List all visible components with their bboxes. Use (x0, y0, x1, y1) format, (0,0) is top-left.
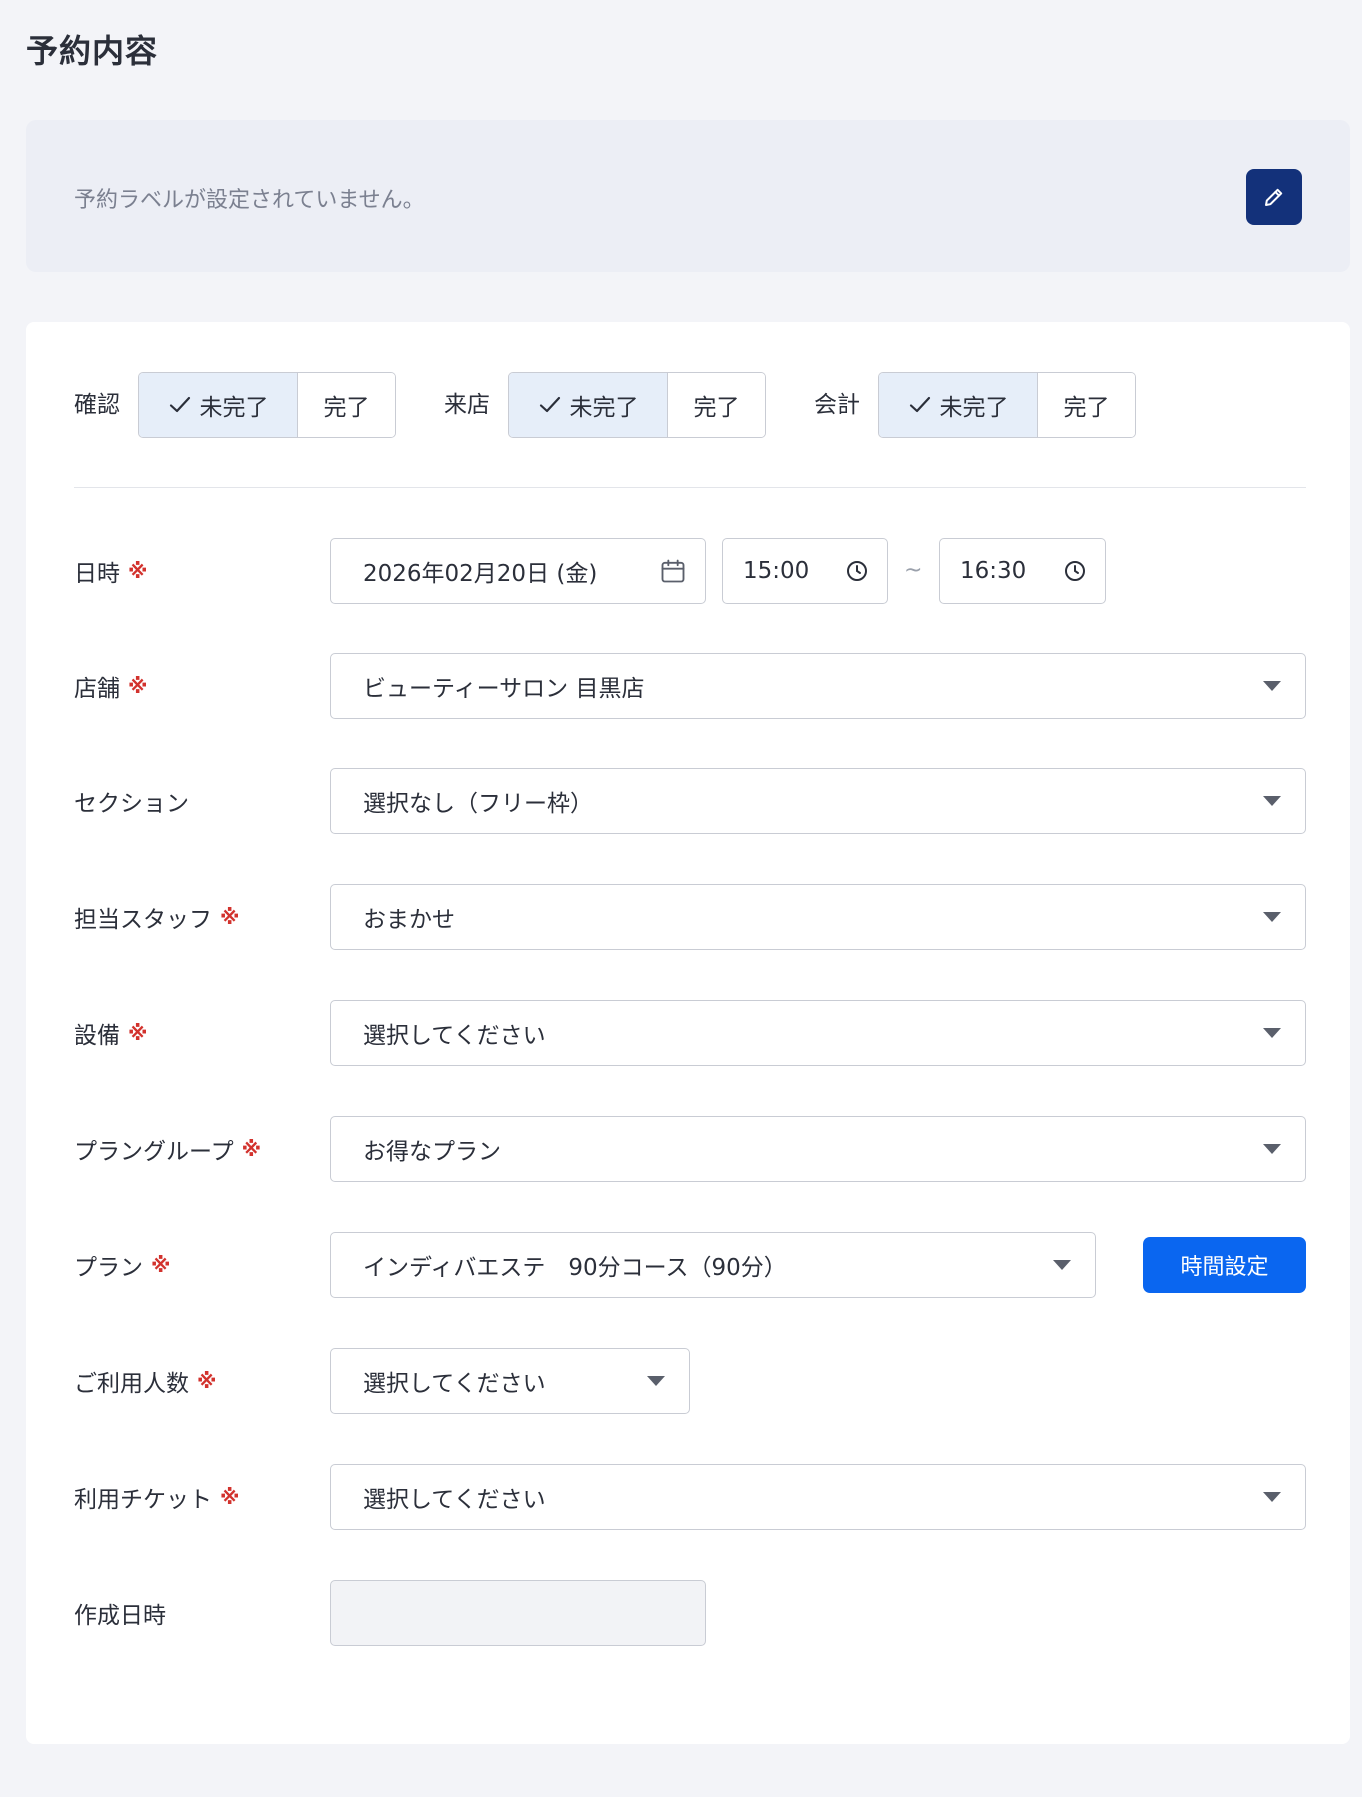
required-mark: ※ (197, 1369, 217, 1393)
party-size-label: ご利用人数 ※ (74, 1369, 217, 1397)
date-input[interactable]: 2026年02月20日 (金) (330, 538, 706, 604)
plan-group-label: プラングループ ※ (74, 1137, 262, 1165)
chevron-down-icon (1263, 796, 1281, 806)
visit-incomplete-option[interactable]: 未完了 (509, 373, 667, 437)
equipment-label: 設備 ※ (74, 1021, 148, 1049)
visit-complete-option[interactable]: 完了 (667, 373, 765, 437)
confirm-incomplete-option[interactable]: 未完了 (139, 373, 297, 437)
created-at-field (330, 1580, 706, 1646)
chevron-down-icon (1263, 681, 1281, 691)
status-label-confirm: 確認 (74, 392, 120, 418)
end-time-input[interactable]: 16:30 (939, 538, 1106, 604)
section-label: セクション (74, 791, 189, 817)
required-mark: ※ (220, 905, 240, 929)
chevron-down-icon (647, 1376, 665, 1386)
check-icon (168, 393, 192, 417)
required-mark: ※ (241, 1137, 262, 1161)
section-select[interactable]: 選択なし（フリー枠） (330, 768, 1306, 834)
reservation-form-card: 確認 未完了 完了 来店 未完了 完了 会計 未完了 完了 日時 ※ 2026年… (26, 322, 1350, 1744)
staff-label: 担当スタッフ ※ (74, 905, 240, 933)
plan-group-select[interactable]: お得なプラン (330, 1116, 1306, 1182)
plan-label: プラン ※ (74, 1253, 171, 1281)
payment-complete-option[interactable]: 完了 (1037, 373, 1135, 437)
status-row: 確認 未完了 完了 来店 未完了 完了 会計 未完了 完了 (74, 372, 1306, 438)
chevron-down-icon (1263, 1144, 1281, 1154)
equipment-select[interactable]: 選択してください (330, 1000, 1306, 1066)
required-mark: ※ (128, 674, 148, 698)
start-time-input[interactable]: 15:00 (722, 538, 888, 604)
reservation-label-panel: 予約ラベルが設定されていません。 (26, 120, 1350, 272)
required-mark: ※ (128, 1021, 148, 1045)
payment-incomplete-option[interactable]: 未完了 (879, 373, 1037, 437)
status-label-payment: 会計 (814, 392, 860, 418)
confirm-toggle: 未完了 完了 (138, 372, 396, 438)
ticket-select[interactable]: 選択してください (330, 1464, 1306, 1530)
clock-icon (1063, 559, 1087, 583)
time-separator: ~ (904, 558, 923, 583)
chevron-down-icon (1053, 1260, 1071, 1270)
ticket-label: 利用チケット ※ (74, 1485, 240, 1513)
staff-select[interactable]: おまかせ (330, 884, 1306, 950)
label-empty-message: 予約ラベルが設定されていません。 (74, 188, 425, 213)
confirm-complete-option[interactable]: 完了 (297, 373, 395, 437)
time-setting-button[interactable]: 時間設定 (1143, 1237, 1306, 1293)
chevron-down-icon (1263, 912, 1281, 922)
party-size-select[interactable]: 選択してください (330, 1348, 690, 1414)
required-mark: ※ (220, 1485, 240, 1509)
check-icon (908, 393, 932, 417)
store-label: 店舗 ※ (74, 674, 148, 702)
clock-icon (845, 559, 869, 583)
edit-label-button[interactable] (1246, 169, 1302, 225)
created-at-label: 作成日時 (74, 1603, 166, 1629)
calendar-icon (659, 557, 687, 585)
check-icon (538, 393, 562, 417)
status-label-visit: 来店 (444, 392, 490, 418)
reservation-page: 予約内容 予約ラベルが設定されていません。 確認 未完了 完了 来店 未完了 完… (0, 0, 1362, 1797)
datetime-label: 日時 ※ (74, 559, 148, 587)
required-mark: ※ (151, 1253, 171, 1277)
pencil-icon (1262, 185, 1286, 209)
chevron-down-icon (1263, 1028, 1281, 1038)
page-title: 予約内容 (26, 32, 159, 70)
visit-toggle: 未完了 完了 (508, 372, 766, 438)
chevron-down-icon (1263, 1492, 1281, 1502)
required-mark: ※ (128, 559, 148, 583)
payment-toggle: 未完了 完了 (878, 372, 1136, 438)
store-select[interactable]: ビューティーサロン 目黒店 (330, 653, 1306, 719)
divider (74, 487, 1306, 488)
plan-select[interactable]: インディバエステ 90分コース（90分） (330, 1232, 1096, 1298)
